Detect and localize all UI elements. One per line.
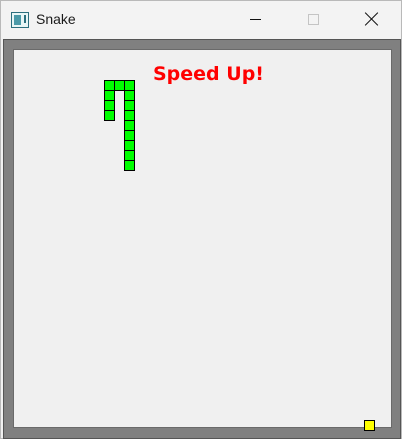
maximize-button[interactable] xyxy=(290,1,336,39)
snake-segment xyxy=(124,160,135,171)
food-pellet xyxy=(364,420,375,431)
game-playfield[interactable]: Speed Up! xyxy=(3,39,401,439)
close-button[interactable] xyxy=(348,1,394,39)
minimize-icon xyxy=(250,19,261,20)
speed-up-message: Speed Up! xyxy=(153,63,264,85)
snake-window: Snake Speed Up! xyxy=(0,0,402,439)
maximize-icon xyxy=(308,14,319,25)
snake-segment xyxy=(104,110,115,121)
window-title: Snake xyxy=(36,11,76,27)
snake-app-icon xyxy=(11,12,29,28)
minimize-button[interactable] xyxy=(232,1,278,39)
game-arena[interactable]: Speed Up! xyxy=(13,49,392,431)
title-bar[interactable]: Snake xyxy=(1,1,401,39)
close-icon xyxy=(364,11,380,27)
